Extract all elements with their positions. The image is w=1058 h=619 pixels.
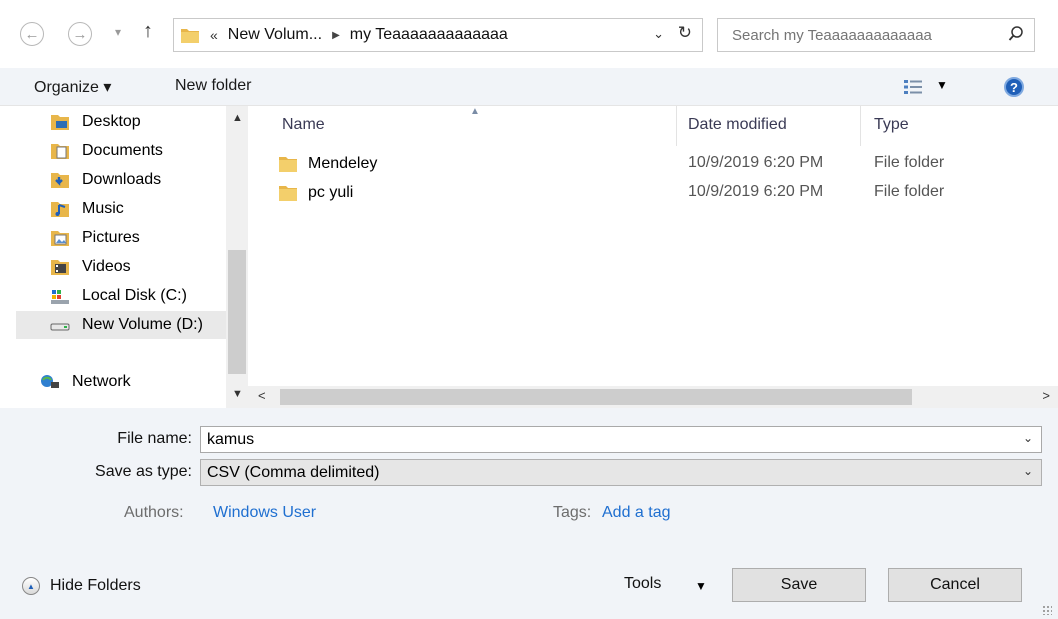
search-input[interactable] xyxy=(718,19,988,51)
nav-item-pictures[interactable]: Pictures xyxy=(50,224,140,252)
chevron-down-icon[interactable]: ⌄ xyxy=(1023,464,1033,478)
nav-item-network[interactable]: Network xyxy=(40,368,131,396)
documents-folder-icon xyxy=(51,144,69,159)
nav-item-new-volume[interactable]: New Volume (D:) xyxy=(16,311,226,339)
hide-folders-button[interactable]: ▲ Hide Folders xyxy=(22,577,141,595)
file-type: File folder xyxy=(874,154,945,171)
nav-item-label: Pictures xyxy=(82,229,140,246)
nav-item-music[interactable]: Music xyxy=(50,195,124,223)
nav-item-label: Videos xyxy=(82,258,131,275)
scrollbar-thumb[interactable] xyxy=(280,389,912,405)
file-list-horizontal-scrollbar[interactable]: < > xyxy=(248,386,1058,408)
address-bar[interactable]: « New Volum... ▶ my Teaaaaaaaaaaaaa ⌄ ↻ xyxy=(173,18,703,52)
file-date: 10/9/2019 6:20 PM xyxy=(688,154,824,171)
hide-folders-label: Hide Folders xyxy=(50,577,141,594)
save-button[interactable]: Save xyxy=(732,568,866,602)
column-divider[interactable] xyxy=(676,106,677,146)
back-arrow-icon: ← xyxy=(24,25,40,43)
breadcrumb-item[interactable]: New Volum... xyxy=(228,26,322,44)
scrollbar-thumb[interactable] xyxy=(228,250,246,374)
cancel-button[interactable]: Cancel xyxy=(888,568,1022,602)
organize-button[interactable]: Organize ▾ xyxy=(34,77,111,97)
file-list: ▲ Name Date modified Type Mendeley 10/9/… xyxy=(248,106,1058,386)
nav-item-local-disk[interactable]: Local Disk (C:) xyxy=(50,282,187,310)
network-icon xyxy=(41,375,59,388)
nav-item-documents[interactable]: Documents xyxy=(50,137,163,165)
breadcrumb-item[interactable]: my Teaaaaaaaaaaaaa xyxy=(350,26,508,44)
authors-label: Authors: xyxy=(124,504,184,521)
breadcrumb-separator-icon[interactable]: ▶ xyxy=(332,30,340,41)
save-as-type-value: CSV (Comma delimited) xyxy=(207,463,380,481)
scroll-right-icon[interactable]: > xyxy=(1042,388,1050,403)
save-as-type-label: Save as type: xyxy=(95,463,192,480)
file-name-label: File name: xyxy=(117,430,192,447)
back-button[interactable]: ← xyxy=(20,22,44,46)
nav-item-label: Music xyxy=(82,200,124,217)
tools-dropdown-icon[interactable]: ▼ xyxy=(695,579,707,593)
view-options-icon[interactable] xyxy=(903,79,923,95)
desktop-folder-icon xyxy=(51,115,69,130)
scroll-down-icon[interactable]: ▼ xyxy=(232,388,243,400)
file-name-field[interactable]: kamus ⌄ xyxy=(200,426,1042,453)
navigation-pane: Desktop Documents Downloads Music Pictur… xyxy=(0,106,248,408)
table-row[interactable]: Mendeley xyxy=(278,151,377,177)
column-header-type[interactable]: Type xyxy=(874,116,909,134)
forward-arrow-icon: → xyxy=(72,25,88,43)
pictures-folder-icon xyxy=(51,231,69,246)
local-disk-icon xyxy=(51,290,69,304)
file-type: File folder xyxy=(874,183,945,200)
file-name-value: kamus xyxy=(207,430,255,448)
resize-grip[interactable] xyxy=(1042,605,1052,615)
up-arrow-icon[interactable]: ↑ xyxy=(143,20,153,43)
nav-item-label: Desktop xyxy=(82,113,141,130)
file-date: 10/9/2019 6:20 PM xyxy=(688,183,824,200)
nav-item-label: Downloads xyxy=(82,171,162,188)
tags-value[interactable]: Add a tag xyxy=(602,504,671,522)
authors-value[interactable]: Windows User xyxy=(213,504,316,522)
sort-ascending-icon: ▲ xyxy=(470,106,480,117)
nav-item-videos[interactable]: Videos xyxy=(50,253,131,281)
column-header-date-modified[interactable]: Date modified xyxy=(688,116,787,134)
tools-button[interactable]: Tools xyxy=(624,575,661,593)
nav-item-label: Documents xyxy=(82,142,163,159)
table-row[interactable]: pc yuli xyxy=(278,180,353,206)
downloads-folder-icon xyxy=(51,173,69,188)
column-header-name[interactable]: Name xyxy=(282,116,325,134)
chevron-down-icon[interactable]: ⌄ xyxy=(1023,431,1033,445)
videos-folder-icon xyxy=(51,260,69,275)
nav-item-label: Network xyxy=(72,373,131,390)
search-icon[interactable] xyxy=(1008,25,1024,43)
music-folder-icon xyxy=(51,202,69,217)
refresh-icon[interactable]: ↻ xyxy=(678,23,692,43)
view-dropdown-icon[interactable]: ▼ xyxy=(936,78,948,92)
command-bar: Organize ▾ New folder ▼ ? xyxy=(0,68,1058,106)
folder-icon xyxy=(181,29,199,43)
scroll-left-icon[interactable]: < xyxy=(258,388,266,403)
nav-item-label: New Volume (D:) xyxy=(82,316,203,333)
forward-button[interactable]: → xyxy=(68,22,92,46)
column-divider[interactable] xyxy=(860,106,861,146)
breadcrumb-overflow-icon[interactable]: « xyxy=(210,27,218,43)
recent-locations-dropdown[interactable]: ▾ xyxy=(115,25,121,39)
collapse-up-icon: ▲ xyxy=(22,577,40,595)
address-dropdown-icon[interactable]: ⌄ xyxy=(653,26,664,42)
file-name: pc yuli xyxy=(308,184,354,201)
scroll-up-icon[interactable]: ▲ xyxy=(232,112,243,124)
folder-icon xyxy=(279,186,297,201)
tags-label: Tags: xyxy=(553,504,592,521)
new-folder-button[interactable]: New folder xyxy=(175,77,251,95)
search-box xyxy=(717,18,1035,52)
nav-pane-scrollbar[interactable]: ▲ ▼ xyxy=(226,106,248,408)
folder-icon xyxy=(279,157,297,172)
file-name: Mendeley xyxy=(308,155,378,172)
nav-item-label: Local Disk (C:) xyxy=(82,287,187,304)
drive-icon xyxy=(50,323,70,331)
save-as-type-select[interactable]: CSV (Comma delimited) ⌄ xyxy=(200,459,1042,486)
help-icon[interactable]: ? xyxy=(1004,77,1024,97)
nav-item-downloads[interactable]: Downloads xyxy=(50,166,161,194)
navigation-bar: ← → ▾ ↑ « New Volum... ▶ my Teaaaaaaaaaa… xyxy=(0,0,1058,68)
nav-item-desktop[interactable]: Desktop xyxy=(50,108,141,136)
